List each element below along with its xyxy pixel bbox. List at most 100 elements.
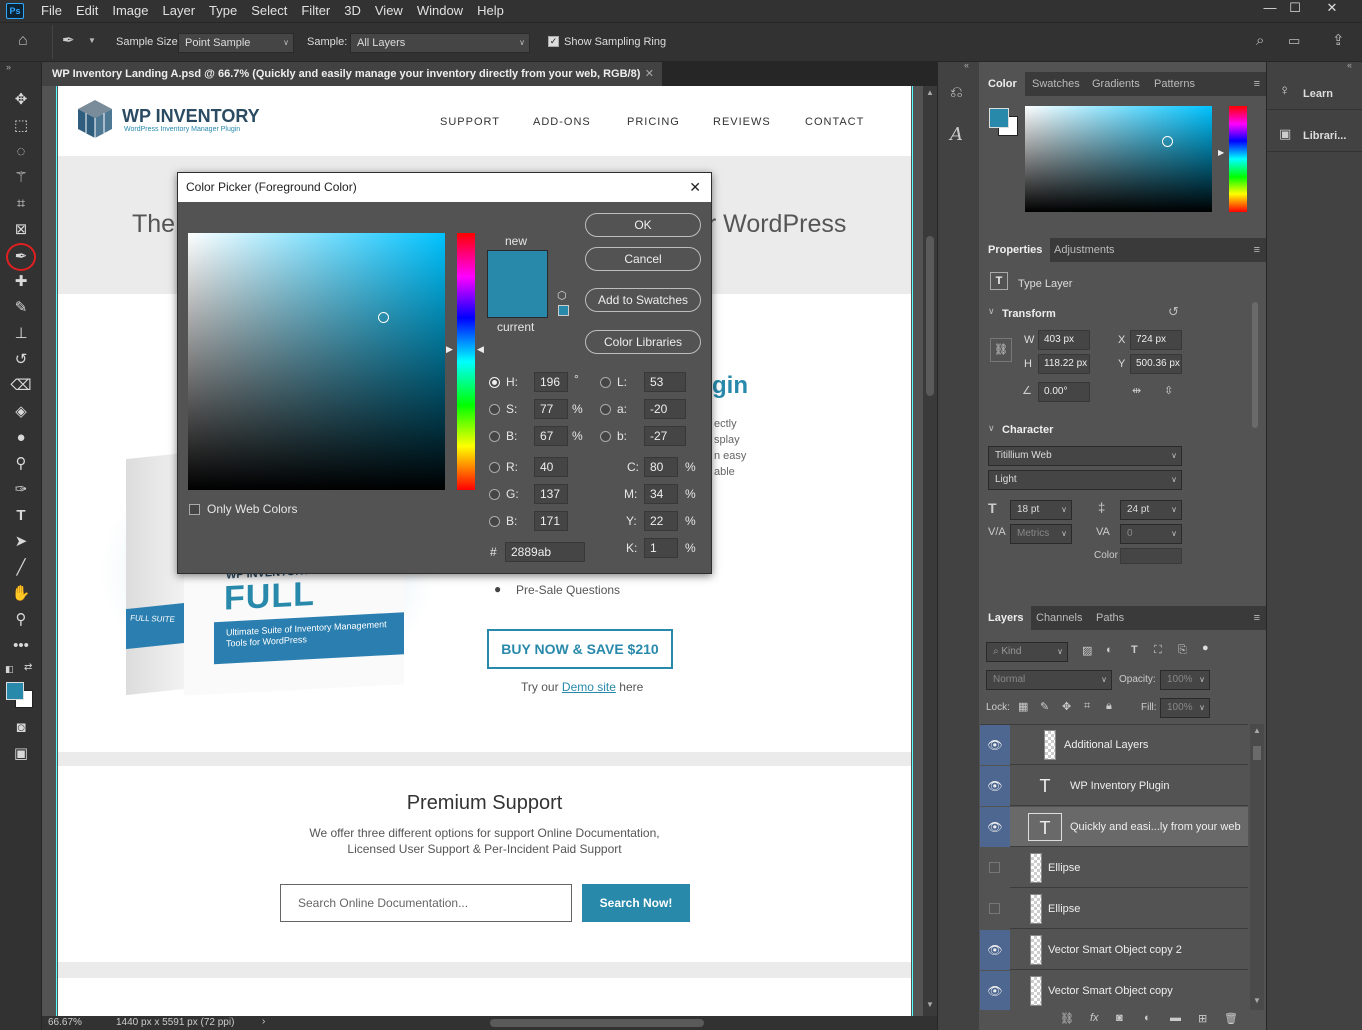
layer-row[interactable]: 👁︎ T WP Inventory Plugin bbox=[980, 766, 1248, 806]
dodge-tool-icon[interactable]: ⚲ bbox=[9, 452, 33, 476]
lasso-tool-icon[interactable]: ◌ bbox=[9, 140, 33, 164]
nav-pricing[interactable]: PRICING bbox=[627, 116, 680, 128]
visibility-toggle[interactable] bbox=[980, 848, 1010, 888]
visibility-eye-icon[interactable]: 👁︎ bbox=[980, 725, 1010, 765]
saturation-radio[interactable] bbox=[489, 404, 500, 415]
cyan-field[interactable]: 80 bbox=[644, 457, 678, 477]
hue-slider-right-handle[interactable]: ◀ bbox=[477, 344, 484, 355]
stamp-tool-icon[interactable]: ⊥ bbox=[9, 322, 33, 346]
font-family-select[interactable]: Titillium Web ∨ bbox=[988, 446, 1182, 466]
search-now-button[interactable]: Search Now! bbox=[582, 884, 690, 922]
menu-select[interactable]: Select bbox=[244, 0, 294, 22]
flip-horizontal-icon[interactable]: ⇹ bbox=[1132, 384, 1141, 397]
angle-field[interactable]: 0.00° bbox=[1038, 382, 1090, 402]
panel-menu-icon[interactable]: ≡ bbox=[1254, 612, 1260, 624]
menu-layer[interactable]: Layer bbox=[156, 0, 203, 22]
x-field[interactable]: 724 px bbox=[1130, 330, 1182, 350]
chevron-down-icon[interactable]: ∨ bbox=[988, 423, 995, 434]
tab-layers[interactable]: Layers bbox=[980, 606, 1032, 630]
line-tool-icon[interactable]: ╱ bbox=[9, 556, 33, 580]
more-tools-icon[interactable]: ••• bbox=[9, 634, 33, 658]
filter-pixel-icon[interactable]: ▨ bbox=[1082, 644, 1092, 657]
frame-tool-icon[interactable]: ⊠ bbox=[9, 218, 33, 242]
width-field[interactable]: 403 px bbox=[1038, 330, 1090, 350]
default-colors-icon[interactable]: ◧ bbox=[5, 664, 14, 675]
opacity-field[interactable]: 100% ∨ bbox=[1160, 670, 1210, 690]
red-radio[interactable] bbox=[489, 462, 500, 473]
filter-type-icon[interactable]: T bbox=[1131, 644, 1138, 656]
lock-artboard-icon[interactable]: ⌗ bbox=[1084, 700, 1090, 713]
blend-mode-select[interactable]: Normal ∨ bbox=[986, 670, 1112, 690]
scroll-thumb[interactable] bbox=[1253, 746, 1261, 760]
hue-field[interactable]: 196 bbox=[534, 372, 568, 392]
paint-bucket-tool-icon[interactable]: ◈ bbox=[9, 400, 33, 424]
document-tab[interactable]: WP Inventory Landing A.psd @ 66.7% (Quic… bbox=[42, 62, 662, 86]
chevron-right-icon[interactable]: › bbox=[262, 1016, 265, 1027]
delete-layer-icon[interactable]: 🗑︎ bbox=[1224, 1012, 1238, 1025]
text-color-swatch[interactable] bbox=[1120, 548, 1182, 564]
zoom-tool-icon[interactable]: ⚲ bbox=[9, 608, 33, 632]
green-radio[interactable] bbox=[489, 489, 500, 500]
menu-filter[interactable]: Filter bbox=[294, 0, 337, 22]
adjustment-layer-icon[interactable]: ◐ bbox=[1144, 1012, 1151, 1024]
type-tool-icon[interactable]: T bbox=[9, 504, 33, 528]
yellow-field[interactable]: 22 bbox=[644, 511, 678, 531]
eyedropper-tool-icon[interactable]: ✒ bbox=[6, 243, 36, 271]
tab-properties[interactable]: Properties bbox=[980, 238, 1051, 262]
scroll-thumb[interactable] bbox=[926, 236, 934, 396]
y-field[interactable]: 500.36 px bbox=[1130, 354, 1182, 374]
filter-smart-object-icon[interactable]: ⎘ bbox=[1178, 644, 1187, 657]
link-dimensions-icon[interactable]: ⛓ bbox=[990, 338, 1012, 362]
color-libraries-button[interactable]: Color Libraries bbox=[585, 330, 701, 354]
brightness-field[interactable]: 67 bbox=[534, 426, 568, 446]
history-panel-icon[interactable]: ⎌ bbox=[950, 84, 963, 102]
add-mask-icon[interactable]: ◙ bbox=[1116, 1012, 1123, 1024]
color-selector-ring[interactable] bbox=[378, 312, 389, 323]
b-lab-radio[interactable] bbox=[600, 431, 611, 442]
new-group-icon[interactable]: ▬ bbox=[1170, 1012, 1181, 1024]
workspace-icon[interactable]: ▭ bbox=[1288, 33, 1300, 49]
menu-image[interactable]: Image bbox=[105, 0, 155, 22]
brush-tool-icon[interactable]: ✎ bbox=[9, 296, 33, 320]
green-field[interactable]: 137 bbox=[534, 484, 568, 504]
kind-filter-select[interactable]: ⌕ Kind ∨ bbox=[986, 642, 1068, 662]
menu-type[interactable]: Type bbox=[202, 0, 244, 22]
visibility-eye-icon[interactable]: 👁︎ bbox=[980, 766, 1010, 806]
glyphs-panel-icon[interactable]: A bbox=[950, 124, 963, 145]
hue-slider[interactable] bbox=[457, 233, 475, 490]
close-tab-icon[interactable]: ✕ bbox=[645, 62, 654, 86]
menu-help[interactable]: Help bbox=[470, 0, 511, 22]
leading-select[interactable]: 24 pt ∨ bbox=[1120, 500, 1182, 520]
lightness-radio[interactable] bbox=[600, 377, 611, 388]
visibility-eye-icon[interactable]: 👁︎ bbox=[980, 807, 1010, 847]
scroll-up-icon[interactable]: ▲ bbox=[926, 88, 934, 97]
nav-contact[interactable]: CONTACT bbox=[805, 116, 864, 128]
brightness-radio[interactable] bbox=[489, 431, 500, 442]
a-field[interactable]: -20 bbox=[644, 399, 686, 419]
properties-scroll-thumb[interactable] bbox=[1252, 302, 1258, 428]
tab-swatches[interactable]: Swatches bbox=[1024, 72, 1088, 96]
b-lab-field[interactable]: -27 bbox=[644, 426, 686, 446]
eyedropper-preset-icon[interactable]: ✒ bbox=[62, 31, 75, 49]
maximize-icon[interactable]: ☐ bbox=[1277, 0, 1313, 18]
demo-site-link[interactable]: Demo site bbox=[562, 680, 616, 694]
font-size-select[interactable]: 18 pt ∨ bbox=[1010, 500, 1072, 520]
quick-mask-icon[interactable]: ◙ bbox=[9, 716, 33, 740]
panel-menu-icon[interactable]: ≡ bbox=[1254, 78, 1260, 90]
layer-row[interactable]: 👁︎ Vector Smart Object copy bbox=[980, 971, 1248, 1011]
flip-vertical-icon[interactable]: ⇳ bbox=[1164, 384, 1173, 397]
black-field[interactable]: 1 bbox=[644, 538, 678, 558]
kerning-select[interactable]: Metrics ∨ bbox=[1010, 524, 1072, 544]
crop-tool-icon[interactable]: ⌗ bbox=[9, 192, 33, 216]
panel-color-ring[interactable] bbox=[1162, 136, 1173, 147]
add-to-swatches-button[interactable]: Add to Swatches bbox=[585, 288, 701, 312]
filter-toggle-icon[interactable]: ● bbox=[1202, 642, 1209, 654]
move-tool-icon[interactable]: ✥ bbox=[9, 88, 33, 112]
chevron-down-icon[interactable]: ▼ bbox=[88, 36, 96, 45]
layers-scrollbar[interactable]: ▲ ▼ bbox=[1250, 724, 1264, 1011]
ok-button[interactable]: OK bbox=[585, 213, 701, 237]
zoom-level[interactable]: 66.67% bbox=[48, 1017, 82, 1028]
layer-row-selected[interactable]: 👁︎ T Quickly and easi...ly from your web bbox=[980, 807, 1248, 847]
fill-field[interactable]: 100% ∨ bbox=[1160, 698, 1210, 718]
panel-hue-slider[interactable] bbox=[1229, 106, 1247, 212]
